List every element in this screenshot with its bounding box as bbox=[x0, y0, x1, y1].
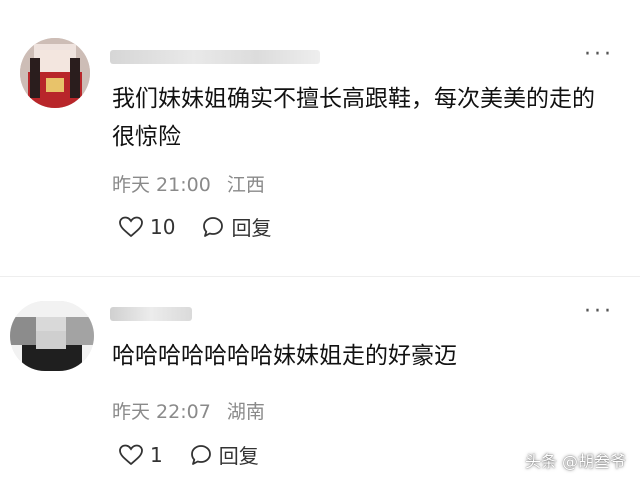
comment-item: ··· 我们妹妹姐确实不擅长高跟鞋，每次美美的走的很惊险 昨天 21:00 江西… bbox=[0, 0, 640, 270]
reply-label: 回复 bbox=[231, 216, 272, 240]
more-dots-icon[interactable]: ··· bbox=[584, 44, 614, 66]
comment-time: 昨天 21:00 bbox=[112, 174, 211, 196]
speech-bubble-icon bbox=[190, 444, 211, 465]
speech-bubble-icon bbox=[203, 216, 224, 237]
comment-time: 昨天 22:07 bbox=[112, 401, 211, 423]
avatar[interactable] bbox=[20, 38, 90, 108]
heart-icon bbox=[119, 216, 143, 237]
heart-icon bbox=[119, 444, 143, 465]
like-count: 1 bbox=[150, 442, 163, 467]
comment-actions: 1 回复 bbox=[118, 440, 285, 469]
reply-button[interactable]: 回复 bbox=[201, 212, 271, 241]
comment-location: 湖南 bbox=[226, 401, 265, 423]
comment-meta: 昨天 21:00 江西 bbox=[112, 170, 275, 197]
comment-location: 江西 bbox=[226, 174, 265, 196]
like-button[interactable]: 10 bbox=[118, 215, 175, 239]
username-blurred[interactable] bbox=[110, 307, 192, 321]
more-dots-icon[interactable]: ··· bbox=[584, 301, 614, 323]
comment-text: 哈哈哈哈哈哈哈妹妹姐走的好豪迈 bbox=[112, 343, 457, 369]
comment-text: 我们妹妹姐确实不擅长高跟鞋，每次美美的走的很惊险 bbox=[112, 86, 595, 150]
comment-actions: 10 回复 bbox=[118, 212, 297, 241]
reply-label: 回复 bbox=[218, 444, 259, 468]
divider bbox=[0, 276, 640, 277]
username-blurred[interactable] bbox=[110, 50, 320, 64]
like-count: 10 bbox=[150, 214, 176, 239]
avatar[interactable] bbox=[10, 301, 94, 371]
watermark: 头条 @胡叁爷 bbox=[524, 452, 626, 471]
like-button[interactable]: 1 bbox=[118, 443, 163, 467]
reply-button[interactable]: 回复 bbox=[189, 440, 259, 469]
comment-meta: 昨天 22:07 湖南 bbox=[112, 397, 275, 424]
